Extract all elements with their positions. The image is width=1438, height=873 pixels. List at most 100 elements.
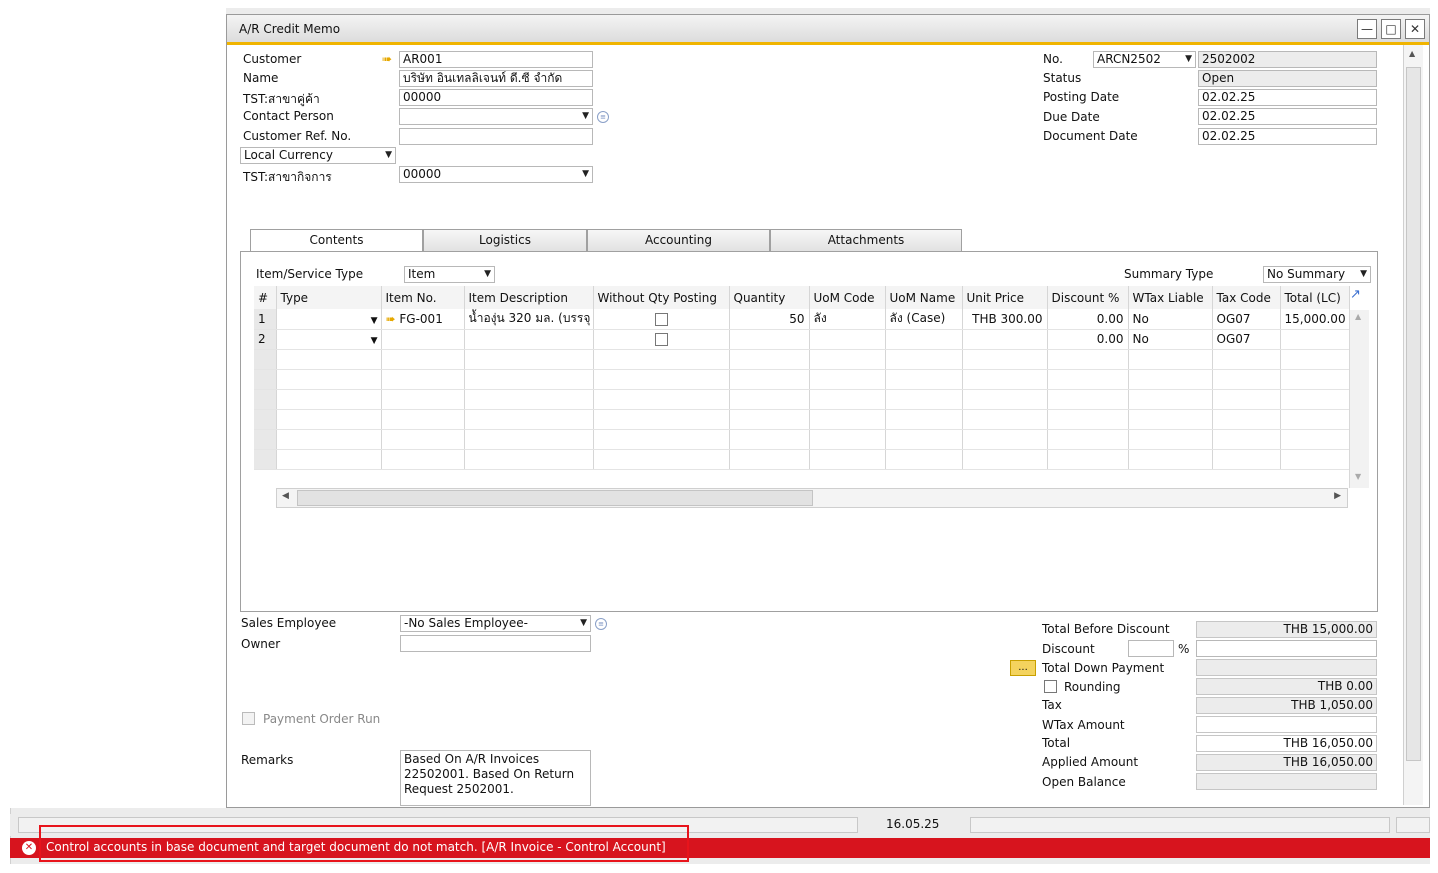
scroll-up-icon[interactable]: ▲ (1355, 312, 1361, 321)
wtax-cell[interactable]: No (1128, 329, 1213, 350)
item-no-cell[interactable] (381, 329, 465, 350)
tab-accounting[interactable]: Accounting (587, 229, 770, 251)
scroll-right-icon[interactable]: ▶ (1334, 491, 1341, 501)
minimize-icon[interactable]: — (1357, 19, 1377, 39)
chevron-down-icon[interactable]: ▼ (371, 336, 378, 346)
without-qty-checkbox[interactable] (654, 312, 668, 326)
contact-person-select[interactable]: ▼ (399, 108, 593, 125)
scroll-up-icon[interactable]: ▲ (1409, 49, 1415, 58)
grid-horizontal-scrollbar[interactable]: ◀ ▶ (276, 488, 1348, 508)
type-cell[interactable]: ▼ (276, 309, 382, 330)
item-no-cell[interactable]: ➠ FG-001 (381, 309, 465, 330)
remarks-field[interactable]: Based On A/R Invoices 22502001. Based On… (400, 750, 591, 806)
discount-cell[interactable]: 0.00 (1047, 329, 1129, 350)
expand-arrow-icon[interactable]: ↗ (1350, 287, 1361, 302)
uom-code-cell[interactable]: ลัง (809, 309, 886, 330)
grid-vertical-scrollbar[interactable]: ▲ ▼ (1349, 310, 1369, 488)
without-qty-checkbox[interactable] (654, 333, 668, 346)
uom-name-cell[interactable] (885, 329, 963, 350)
scroll-left-icon[interactable]: ◀ (282, 491, 289, 501)
table-row[interactable] (254, 449, 1350, 470)
col-header-uom-name[interactable]: UoM Name (885, 286, 963, 309)
doc-no-field[interactable]: 2502002 (1198, 51, 1377, 68)
owner-field[interactable] (400, 635, 591, 652)
table-row[interactable] (254, 429, 1350, 450)
discount-label: Discount (1042, 642, 1095, 656)
info-icon[interactable]: ≡ (595, 618, 607, 630)
window-vertical-scrollbar[interactable]: ▲ (1403, 45, 1423, 805)
unit-price-cell[interactable]: THB 300.00 (962, 309, 1048, 330)
posting-date-field[interactable]: 02.02.25 (1198, 89, 1377, 106)
uom-name-cell[interactable]: ลัง (Case) (885, 309, 963, 330)
col-header-quantity[interactable]: Quantity (729, 286, 810, 309)
table-row[interactable] (254, 409, 1350, 430)
tab-contents[interactable]: Contents (250, 229, 423, 253)
col-header-uom-code[interactable]: UoM Code (809, 286, 886, 309)
item-desc-cell[interactable]: น้ำองุ่น 320 มล. (บรรจุ (464, 309, 594, 330)
due-date-field[interactable]: 02.02.25 (1198, 108, 1377, 125)
table-row[interactable]: 1 ▼ ➠ FG-001 น้ำองุ่น 320 มล. (บรรจุ 50 … (254, 309, 1350, 330)
window-scroll-thumb[interactable] (1406, 67, 1421, 761)
rounding-value: THB 0.00 (1196, 678, 1377, 695)
tab-logistics[interactable]: Logistics (423, 229, 587, 251)
type-cell[interactable]: ▼ (276, 329, 382, 350)
total-lc-cell[interactable]: 15,000.00 (1280, 309, 1350, 330)
col-header-unit-price[interactable]: Unit Price (962, 286, 1048, 309)
maximize-icon[interactable]: □ (1381, 19, 1401, 39)
col-header-without-qty[interactable]: Without Qty Posting (593, 286, 730, 309)
uom-code-cell[interactable] (809, 329, 886, 350)
close-icon[interactable]: ✕ (1405, 19, 1425, 39)
customer-field[interactable]: AR001 (399, 51, 593, 68)
contact-person-label: Contact Person (243, 109, 334, 123)
horizontal-scroll-thumb[interactable] (297, 490, 813, 506)
summary-type-select[interactable]: No Summary ▼ (1263, 266, 1371, 283)
tab-attachments[interactable]: Attachments (770, 229, 962, 251)
owner-label: Owner (241, 637, 281, 651)
total-lc-cell[interactable] (1280, 329, 1350, 350)
col-header-item-desc[interactable]: Item Description (464, 286, 594, 309)
wtax-cell[interactable]: No (1128, 309, 1213, 330)
item-desc-cell[interactable] (464, 329, 594, 350)
table-row[interactable] (254, 369, 1350, 390)
title-bar[interactable]: A/R Credit Memo — □ ✕ (227, 15, 1429, 45)
col-header-item-no[interactable]: Item No. (381, 286, 465, 309)
table-row[interactable] (254, 349, 1350, 370)
business-branch-select[interactable]: 00000 ▼ (399, 166, 593, 183)
table-row[interactable]: 2 ▼ 0.00 No OG07 (254, 329, 1350, 350)
series-select[interactable]: ARCN2502 ▼ (1093, 51, 1196, 68)
chevron-down-icon[interactable]: ▼ (371, 316, 378, 326)
name-field[interactable]: บริษัท อินเทลลิเจนท์ ดี.ซี จำกัด (399, 70, 593, 87)
rounding-checkbox[interactable] (1044, 680, 1057, 693)
link-arrow-icon[interactable]: ➠ (382, 52, 392, 66)
payment-order-run-checkbox[interactable] (242, 712, 255, 725)
scroll-down-icon[interactable]: ▼ (1355, 472, 1361, 481)
col-header-wtax[interactable]: WTax Liable (1128, 286, 1213, 309)
customer-ref-field[interactable] (399, 128, 593, 145)
sales-employee-select[interactable]: -No Sales Employee- ▼ (400, 615, 591, 632)
document-date-field[interactable]: 02.02.25 (1198, 128, 1377, 145)
discount-cell[interactable]: 0.00 (1047, 309, 1129, 330)
info-icon[interactable]: ≡ (597, 111, 609, 123)
table-row[interactable] (254, 389, 1350, 410)
currency-select[interactable]: Local Currency ▼ (240, 147, 396, 164)
col-header-type[interactable]: Type (276, 286, 382, 309)
row-number[interactable]: 2 (254, 329, 277, 350)
unit-price-cell[interactable] (962, 329, 1048, 350)
col-header-total-lc[interactable]: Total (LC) (1280, 286, 1350, 309)
without-qty-cell[interactable] (593, 309, 730, 330)
discount-amount-field[interactable] (1196, 640, 1377, 657)
down-payment-more-button[interactable]: ... (1010, 660, 1036, 676)
col-header-discount[interactable]: Discount % (1047, 286, 1129, 309)
quantity-cell[interactable]: 50 (729, 309, 810, 330)
tax-code-cell[interactable]: OG07 (1212, 329, 1281, 350)
row-number[interactable]: 1 (254, 309, 277, 330)
link-arrow-icon[interactable]: ➠ (386, 312, 396, 326)
item-type-select[interactable]: Item ▼ (404, 266, 495, 283)
quantity-cell[interactable] (729, 329, 810, 350)
col-header-tax-code[interactable]: Tax Code (1212, 286, 1281, 309)
without-qty-cell[interactable] (593, 329, 730, 350)
col-header-num[interactable]: # (254, 286, 277, 309)
discount-percent-field[interactable] (1128, 640, 1174, 657)
tax-code-cell[interactable]: OG07 (1212, 309, 1281, 330)
bp-branch-field[interactable]: 00000 (399, 89, 593, 106)
